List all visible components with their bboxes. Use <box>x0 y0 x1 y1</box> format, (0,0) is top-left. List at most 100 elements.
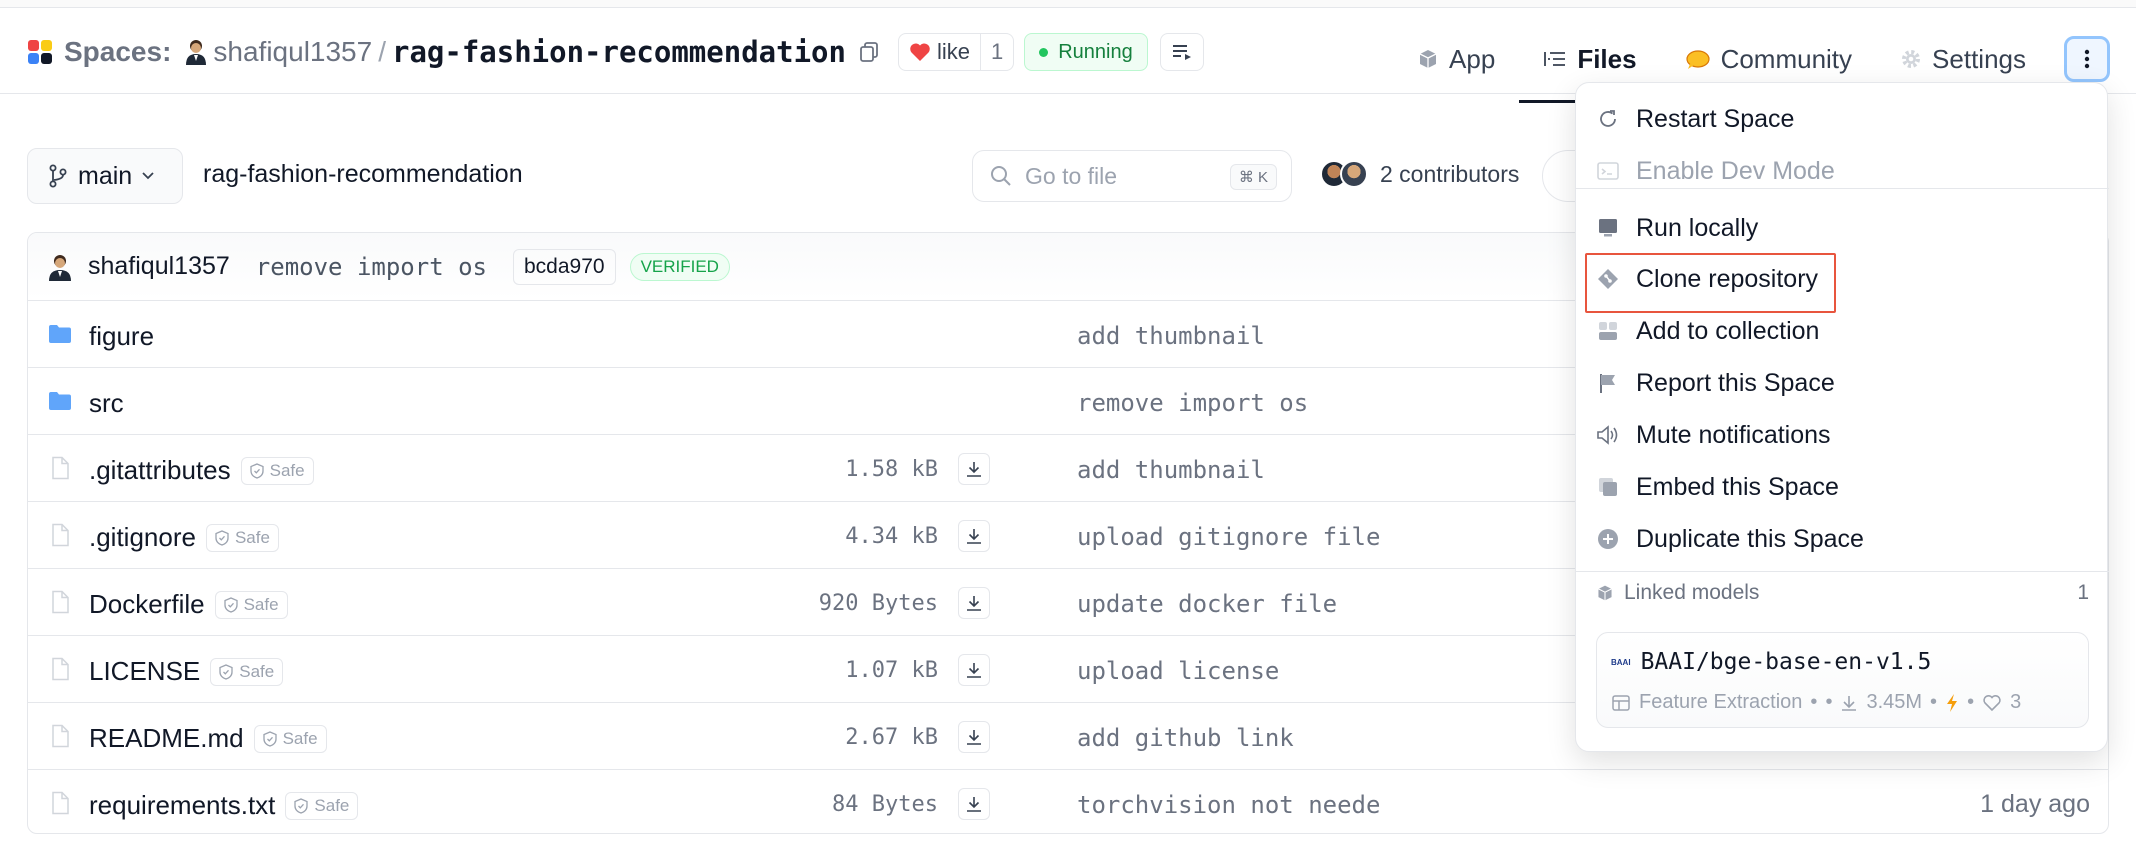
more-options-menu: Restart Space Enable Dev Mode Run locally C… <box>1575 82 2109 752</box>
download-button[interactable] <box>958 654 990 686</box>
org-logo: BAAI <box>1611 657 1631 667</box>
file-commit-message[interactable]: add thumbnail <box>1077 456 1265 484</box>
file-name[interactable]: src <box>89 388 124 419</box>
file-commit-message[interactable]: add github link <box>1077 724 1294 752</box>
branch-selector[interactable]: main <box>27 148 183 204</box>
safe-badge[interactable]: Safe <box>214 590 288 619</box>
download-icon <box>967 529 981 544</box>
tab-app[interactable]: App <box>1393 16 1519 102</box>
like-toggle[interactable]: like <box>899 34 981 70</box>
safe-badge[interactable]: Safe <box>285 791 359 820</box>
file-name-group: requirements.txt Safe <box>89 790 359 821</box>
file-commit-message[interactable]: torchvision not neede <box>1077 791 1380 819</box>
go-to-file-input[interactable]: Go to file ⌘ K <box>972 150 1292 202</box>
menu-item-label: Enable Dev Mode <box>1636 156 1835 185</box>
commit-author[interactable]: shafiqul1357 <box>88 252 230 281</box>
download-icon <box>967 596 981 611</box>
download-button[interactable] <box>958 520 990 552</box>
like-button[interactable]: like 1 <box>897 33 1015 71</box>
download-button[interactable] <box>958 453 990 485</box>
spaces-label[interactable]: Spaces: <box>64 36 171 68</box>
file-commit-message[interactable]: update docker file <box>1077 590 1337 618</box>
search-shortcut: ⌘ K <box>1229 164 1277 190</box>
file-commit-message[interactable]: add thumbnail <box>1077 322 1265 350</box>
model-name[interactable]: BAAI/bge-base-en-v1.5 <box>1641 649 1932 675</box>
meta-dot: • <box>1825 691 1833 713</box>
file-name[interactable]: .gitattributes <box>89 455 231 486</box>
safe-badge[interactable]: Safe <box>240 456 314 485</box>
file-name[interactable]: figure <box>89 321 154 352</box>
menu-item-duplicate-this-space[interactable]: Duplicate this Space <box>1576 515 2109 563</box>
download-button[interactable] <box>958 587 990 619</box>
menu-item-mute-notifications[interactable]: Mute notifications <box>1576 411 2109 459</box>
table-icon <box>1612 694 1630 711</box>
like-label: like <box>936 39 970 64</box>
menu-item-report-this-space[interactable]: Report this Space <box>1576 359 2109 407</box>
safe-badge[interactable]: Safe <box>253 724 327 753</box>
safe-badge[interactable]: Safe <box>205 523 279 552</box>
file-icon <box>52 590 69 614</box>
model-meta: Feature Extraction • • 3.45M • • 3 <box>1611 691 2021 714</box>
like-count[interactable]: 1 <box>981 39 1013 65</box>
menu-item-embed-this-space[interactable]: Embed this Space <box>1576 463 2109 511</box>
menu-divider <box>1576 571 2109 572</box>
linked-model-card[interactable]: BAAI BAAI/bge-base-en-v1.5 Feature Extra… <box>1596 632 2089 728</box>
tab-settings-label: Settings <box>1932 43 2026 74</box>
safe-badge[interactable]: Safe <box>210 657 284 686</box>
menu-item-restart-space[interactable]: Restart Space <box>1576 95 2109 143</box>
download-icon <box>967 462 981 477</box>
file-name[interactable]: LICENSE <box>89 656 200 687</box>
search-placeholder: Go to file <box>1025 162 1118 189</box>
space-title-bar: Spaces: shafiqul1357 / rag-fashion-recom… <box>28 32 1204 72</box>
file-name-group: .gitignore Safe <box>89 522 279 553</box>
file-name[interactable]: requirements.txt <box>89 790 275 821</box>
shield-icon <box>262 730 277 747</box>
git-icon <box>1596 267 1620 291</box>
meta-dot: • <box>1967 691 1975 713</box>
repo-name[interactable]: rag-fashion-recommendation <box>392 35 846 69</box>
file-name-group: LICENSE Safe <box>89 656 284 687</box>
owner-avatar[interactable] <box>185 39 207 65</box>
download-icon <box>967 730 981 745</box>
menu-item-label: Mute notifications <box>1636 420 1831 449</box>
file-name[interactable]: .gitignore <box>89 522 196 553</box>
menu-item-clone-repository[interactable]: Clone repository <box>1576 253 2109 313</box>
commit-author-avatar[interactable] <box>48 253 72 281</box>
file-name[interactable]: Dockerfile <box>89 589 205 620</box>
download-icon <box>967 797 981 812</box>
tab-app-label: App <box>1449 43 1496 74</box>
safe-label: Safe <box>243 594 279 614</box>
file-commit-message[interactable]: upload license <box>1077 657 1279 685</box>
path-separator: / <box>378 36 386 67</box>
current-path[interactable]: rag-fashion-recommendation <box>203 160 523 189</box>
contributors-count: 2 contributors <box>1380 160 1520 187</box>
commit-message[interactable]: remove import os <box>256 253 487 281</box>
file-size: 920 Bytes <box>818 591 938 616</box>
file-name-group: README.md Safe <box>89 723 327 754</box>
file-name[interactable]: README.md <box>89 723 244 754</box>
file-icon <box>52 724 69 748</box>
file-icon <box>52 523 69 547</box>
file-commit-message[interactable]: remove import os <box>1077 389 1308 417</box>
download-button[interactable] <box>958 721 990 753</box>
contributors-link[interactable]: 2 contributors <box>1320 160 1519 188</box>
kebab-icon <box>2084 49 2090 69</box>
shield-icon <box>294 797 309 814</box>
copy-icon[interactable] <box>858 41 880 63</box>
model-title: BAAI BAAI/bge-base-en-v1.5 <box>1611 649 1931 675</box>
status-badge[interactable]: Running <box>1024 33 1148 71</box>
menu-item-add-to-collection[interactable]: Add to collection <box>1576 307 2109 355</box>
owner-link[interactable]: shafiqul1357 <box>213 36 372 68</box>
model-downloads: 3.45M <box>1866 691 1923 713</box>
model-likes: 3 <box>2010 691 2022 713</box>
logs-button[interactable] <box>1159 33 1204 71</box>
status-text: Running <box>1058 40 1133 63</box>
file-commit-message[interactable]: upload gitignore file <box>1077 523 1380 551</box>
safe-label: Safe <box>234 527 270 547</box>
download-button[interactable] <box>958 788 990 820</box>
menu-item-run-locally[interactable]: Run locally <box>1576 204 2109 252</box>
linked-models-header: Linked models 1 <box>1596 581 2089 605</box>
more-options-button[interactable] <box>2064 36 2110 82</box>
commit-sha[interactable]: bcda970 <box>512 248 616 285</box>
file-name-group: src <box>89 388 124 419</box>
